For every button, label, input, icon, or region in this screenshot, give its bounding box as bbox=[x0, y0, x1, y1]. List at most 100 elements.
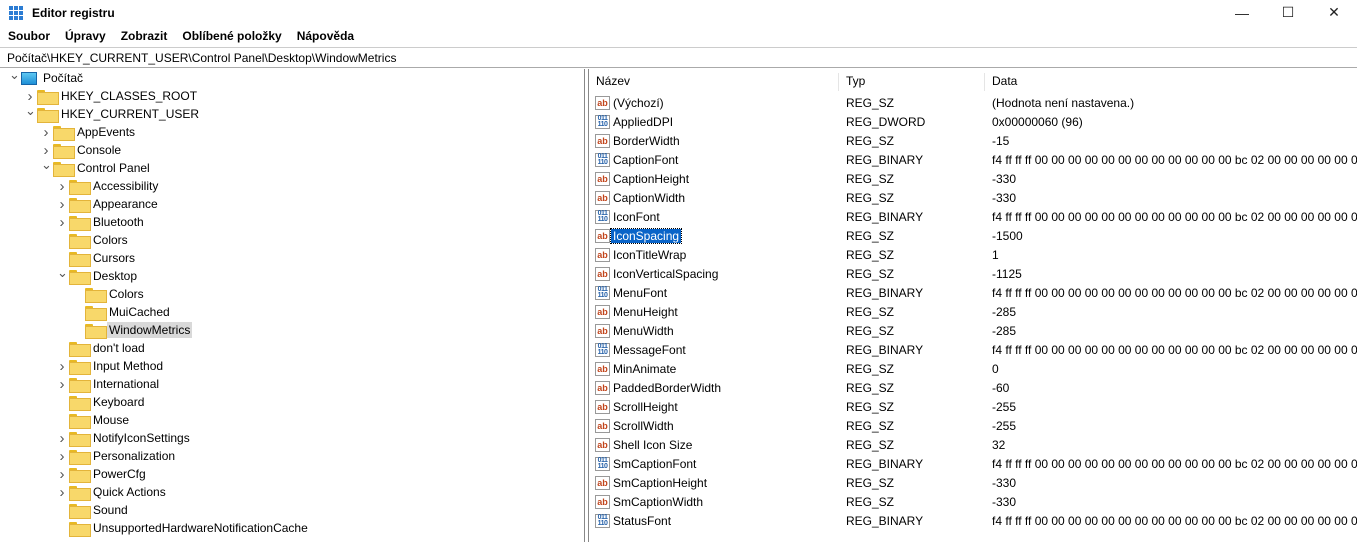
value-row[interactable]: ab IconVerticalSpacing REG_SZ -1125 bbox=[589, 265, 1357, 284]
value-row[interactable]: ab ScrollHeight REG_SZ -255 bbox=[589, 398, 1357, 417]
tree-node[interactable]: › HKEY_CLASSES_ROOT bbox=[25, 87, 199, 105]
value-row[interactable]: 011 110 CaptionFont REG_BINARY f4 ff ff ff … bbox=[589, 151, 1357, 170]
value-type: REG_SZ bbox=[846, 362, 895, 376]
menu-help[interactable]: Nápověda bbox=[289, 29, 361, 43]
column-header-data[interactable]: Data bbox=[985, 73, 1357, 91]
tree-node[interactable]: › Accessibility bbox=[57, 177, 160, 195]
tree-node[interactable]: Sound bbox=[57, 501, 130, 519]
tree-node[interactable]: ⌄ Control Panel bbox=[41, 157, 152, 177]
window-title: Editor registru bbox=[32, 5, 115, 20]
tree-node[interactable]: › AppEvents bbox=[41, 123, 137, 141]
tree-node[interactable]: don't load bbox=[57, 339, 147, 357]
binary-value-icon: 011 110 bbox=[595, 286, 610, 300]
value-data: -1125 bbox=[992, 267, 1022, 281]
chevron-right-icon[interactable]: › bbox=[57, 448, 67, 465]
chevron-right-icon[interactable]: › bbox=[57, 196, 67, 213]
maximize-button[interactable]: ☐ bbox=[1265, 0, 1311, 25]
chevron-right-icon[interactable]: › bbox=[41, 124, 51, 141]
tree-node[interactable]: Mouse bbox=[57, 411, 131, 429]
value-row[interactable]: ab MenuWidth REG_SZ -285 bbox=[589, 322, 1357, 341]
value-row[interactable]: ab PaddedBorderWidth REG_SZ -60 bbox=[589, 379, 1357, 398]
value-row[interactable]: ab CaptionHeight REG_SZ -330 bbox=[589, 170, 1357, 189]
chevron-down-icon[interactable]: ⌄ bbox=[25, 103, 36, 119]
tree-node[interactable]: Colors bbox=[57, 231, 130, 249]
value-row[interactable]: 011 110 StatusFont REG_BINARY f4 ff ff ff 0… bbox=[589, 512, 1357, 531]
menu-favorites[interactable]: Oblíbené položky bbox=[174, 29, 288, 43]
value-row[interactable]: ab Shell Icon Size REG_SZ 32 bbox=[589, 436, 1357, 455]
tree-node[interactable]: › Bluetooth bbox=[57, 213, 146, 231]
chevron-right-icon[interactable]: › bbox=[57, 178, 67, 195]
value-name: IconTitleWrap bbox=[613, 248, 687, 262]
value-row[interactable]: ab (Výchozí) REG_SZ (Hodnota není nastavena… bbox=[589, 94, 1357, 113]
value-row[interactable]: ab IconSpacing REG_SZ -1500 bbox=[589, 227, 1357, 246]
values-list[interactable]: Název Typ Data ab (Výchozí) REG_SZ (Hodnota… bbox=[588, 69, 1357, 542]
chevron-right-icon[interactable]: › bbox=[57, 466, 67, 483]
string-value-icon: ab bbox=[595, 267, 610, 281]
tree-node[interactable]: › Personalization bbox=[57, 447, 177, 465]
tree-node[interactable]: › Appearance bbox=[57, 195, 160, 213]
chevron-right-icon[interactable]: › bbox=[57, 430, 67, 447]
tree-node-label: don't load bbox=[93, 341, 145, 355]
value-row[interactable]: ab MenuHeight REG_SZ -285 bbox=[589, 303, 1357, 322]
value-row[interactable]: ab MinAnimate REG_SZ 0 bbox=[589, 360, 1357, 379]
value-row[interactable]: ab ScrollWidth REG_SZ -255 bbox=[589, 417, 1357, 436]
tree-node-label: Bluetooth bbox=[93, 215, 144, 229]
folder-icon bbox=[53, 125, 75, 141]
menu-view[interactable]: Zobrazit bbox=[113, 29, 175, 43]
string-value-icon: ab bbox=[595, 381, 610, 395]
value-name: ScrollHeight bbox=[613, 400, 678, 414]
value-name: MessageFont bbox=[613, 343, 686, 357]
tree-node[interactable]: ⌄ HKEY_CURRENT_USER bbox=[25, 103, 201, 123]
address-bar[interactable]: Počítač\HKEY_CURRENT_USER\Control Panel\… bbox=[0, 47, 1357, 68]
tree-node[interactable]: › NotifyIconSettings bbox=[57, 429, 192, 447]
tree-node-label: Mouse bbox=[93, 413, 130, 427]
minimize-button[interactable]: — bbox=[1219, 0, 1265, 25]
tree-node[interactable]: › Quick Actions bbox=[57, 483, 168, 501]
value-row[interactable]: 011 110 MenuFont REG_BINARY f4 ff ff ff 00 … bbox=[589, 284, 1357, 303]
tree-node[interactable]: › PowerCfg bbox=[57, 465, 148, 483]
tree-node[interactable]: MuiCached bbox=[73, 303, 172, 321]
tree-node[interactable]: WindowMetrics bbox=[73, 321, 193, 339]
value-row[interactable]: ab IconTitleWrap REG_SZ 1 bbox=[589, 246, 1357, 265]
regedit-app-icon bbox=[9, 5, 23, 20]
value-row[interactable]: 011 110 IconFont REG_BINARY f4 ff ff ff 00 … bbox=[589, 208, 1357, 227]
tree-node[interactable]: UnsupportedHardwareNotificationCache bbox=[57, 519, 310, 537]
close-button[interactable]: ✕ bbox=[1311, 0, 1357, 25]
tree-node[interactable]: ⌄ Počítač bbox=[9, 69, 85, 87]
chevron-down-icon[interactable]: ⌄ bbox=[9, 69, 20, 83]
value-type: REG_SZ bbox=[846, 229, 895, 243]
value-row[interactable]: 011 110 AppliedDPI REG_DWORD 0x00000060 (96… bbox=[589, 113, 1357, 132]
value-type: REG_SZ bbox=[846, 400, 895, 414]
string-value-icon: ab bbox=[595, 191, 610, 205]
chevron-right-icon[interactable]: › bbox=[57, 484, 67, 501]
menu-edit[interactable]: Úpravy bbox=[57, 29, 113, 43]
tree-node[interactable]: › Console bbox=[41, 141, 123, 159]
value-row[interactable]: ab SmCaptionWidth REG_SZ -330 bbox=[589, 493, 1357, 512]
tree-node[interactable]: Keyboard bbox=[57, 393, 146, 411]
tree-node-label: Input Method bbox=[93, 359, 164, 373]
chevron-right-icon[interactable]: › bbox=[57, 376, 67, 393]
tree-node[interactable]: Cursors bbox=[57, 249, 137, 267]
value-type: REG_BINARY bbox=[846, 153, 924, 167]
menu-file[interactable]: Soubor bbox=[0, 29, 57, 43]
value-row[interactable]: 011 110 MessageFont REG_BINARY f4 ff ff ff … bbox=[589, 341, 1357, 360]
folder-icon bbox=[53, 161, 75, 177]
value-row[interactable]: 011 110 SmCaptionFont REG_BINARY f4 ff ff f… bbox=[589, 455, 1357, 474]
tree-node[interactable]: › Input Method bbox=[57, 357, 165, 375]
chevron-right-icon[interactable]: › bbox=[57, 358, 67, 375]
tree-node[interactable]: › International bbox=[57, 375, 161, 393]
chevron-right-icon[interactable]: › bbox=[57, 214, 67, 231]
column-header-type[interactable]: Typ bbox=[839, 73, 985, 91]
chevron-down-icon[interactable]: ⌄ bbox=[41, 157, 52, 173]
column-header-name[interactable]: Název bbox=[589, 73, 839, 91]
folder-icon bbox=[37, 107, 59, 123]
registry-tree[interactable]: ⌄ Počítač › HKEY_CLASSES_ROOT ⌄ HKEY_CURRENT_… bbox=[0, 69, 585, 542]
value-row[interactable]: ab CaptionWidth REG_SZ -330 bbox=[589, 189, 1357, 208]
value-row[interactable]: ab BorderWidth REG_SZ -15 bbox=[589, 132, 1357, 151]
tree-node[interactable]: Colors bbox=[73, 285, 146, 303]
tree-node[interactable]: ⌄ Desktop bbox=[57, 265, 139, 285]
value-row[interactable]: ab SmCaptionHeight REG_SZ -330 bbox=[589, 474, 1357, 493]
value-type: REG_SZ bbox=[846, 495, 895, 509]
chevron-down-icon[interactable]: ⌄ bbox=[57, 265, 68, 281]
folder-icon bbox=[85, 305, 107, 321]
